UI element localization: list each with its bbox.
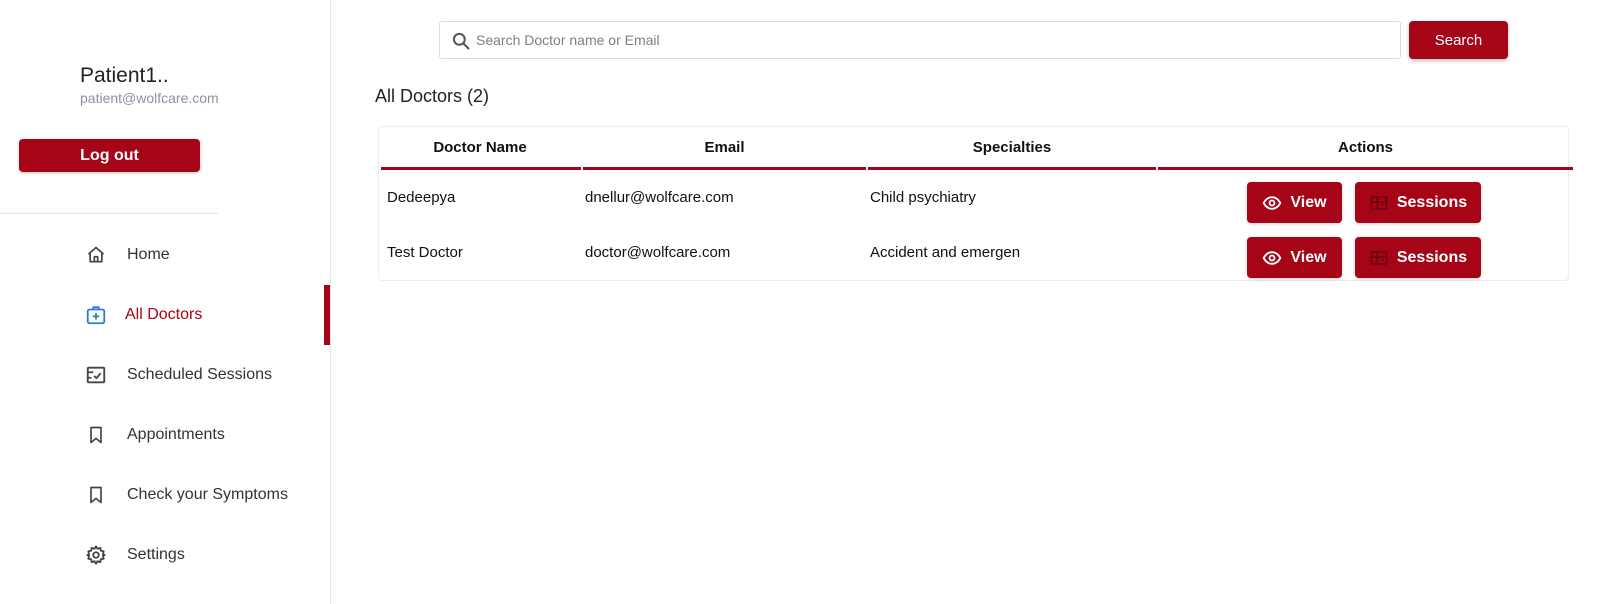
sessions-icon xyxy=(1369,193,1389,213)
doctor-email-cell: dnellur@wolfcare.com xyxy=(585,189,734,206)
sidebar-item-appointments[interactable]: Appointments xyxy=(0,405,330,465)
doctor-name-cell: Dedeepya xyxy=(387,189,456,206)
sidebar-item-all-doctors[interactable]: All Doctors xyxy=(0,285,330,345)
bookmark-icon xyxy=(84,423,108,447)
doctor-specialty-cell: Accident and emergen xyxy=(870,244,1021,261)
header-underline xyxy=(381,167,581,170)
logout-button[interactable]: Log out xyxy=(19,139,200,172)
search-bar xyxy=(439,21,1401,59)
header-underline xyxy=(583,167,866,170)
sessions-icon xyxy=(1369,248,1389,268)
sidebar-item-label: Check your Symptoms xyxy=(127,486,288,503)
sessions-button-label: Sessions xyxy=(1396,193,1468,211)
sidebar-item-label: Appointments xyxy=(127,426,225,443)
sidebar-item-check-symptoms[interactable]: Check your Symptoms xyxy=(0,465,330,525)
page-title: All Doctors (2) xyxy=(375,86,490,106)
view-button[interactable]: View xyxy=(1247,182,1342,223)
view-button-label: View xyxy=(1290,248,1327,266)
view-button-label: View xyxy=(1290,193,1327,211)
column-header-actions: Actions xyxy=(1337,139,1393,156)
sidebar-item-label: All Doctors xyxy=(125,306,203,323)
doctors-table: Doctor Name Email Specialties Actions De… xyxy=(378,126,1573,281)
profile-name: Patient1.. xyxy=(80,64,169,87)
schedule-icon xyxy=(84,363,108,387)
search-input[interactable] xyxy=(476,22,1376,58)
doctor-specialty-cell: Child psychiatry xyxy=(870,189,976,206)
bookmark-icon xyxy=(84,483,108,507)
header-underline xyxy=(868,167,1156,170)
sidebar-item-scheduled-sessions[interactable]: Scheduled Sessions xyxy=(0,345,330,405)
sidebar-divider xyxy=(0,213,218,214)
medical-kit-icon xyxy=(84,303,108,327)
eye-icon xyxy=(1262,193,1282,213)
home-icon xyxy=(84,243,108,267)
active-indicator xyxy=(324,285,330,345)
sidebar-item-label: Home xyxy=(127,246,170,263)
column-header-email: Email xyxy=(704,139,745,156)
gear-icon xyxy=(84,543,108,567)
eye-icon xyxy=(1262,248,1282,268)
column-header-specialties: Specialties xyxy=(972,139,1052,156)
header-underline xyxy=(1158,167,1573,170)
sidebar-item-label: Scheduled Sessions xyxy=(127,366,272,383)
sessions-button-label: Sessions xyxy=(1396,248,1468,266)
doctor-email-cell: doctor@wolfcare.com xyxy=(585,244,731,261)
view-button[interactable]: View xyxy=(1247,237,1342,278)
doctor-name-cell: Test Doctor xyxy=(387,244,463,261)
sidebar-item-home[interactable]: Home xyxy=(0,225,330,285)
sessions-button[interactable]: Sessions xyxy=(1355,237,1481,278)
sidebar: Patient1.. patient@wolfcare.com Log out … xyxy=(0,0,331,604)
search-icon xyxy=(451,31,471,51)
sessions-button[interactable]: Sessions xyxy=(1355,182,1481,223)
sidebar-item-settings[interactable]: Settings xyxy=(0,525,330,585)
profile-email: patient@wolfcare.com xyxy=(80,90,219,106)
search-button[interactable]: Search xyxy=(1409,21,1508,59)
column-header-doctor-name: Doctor Name xyxy=(433,139,527,156)
sidebar-item-label: Settings xyxy=(127,546,185,563)
